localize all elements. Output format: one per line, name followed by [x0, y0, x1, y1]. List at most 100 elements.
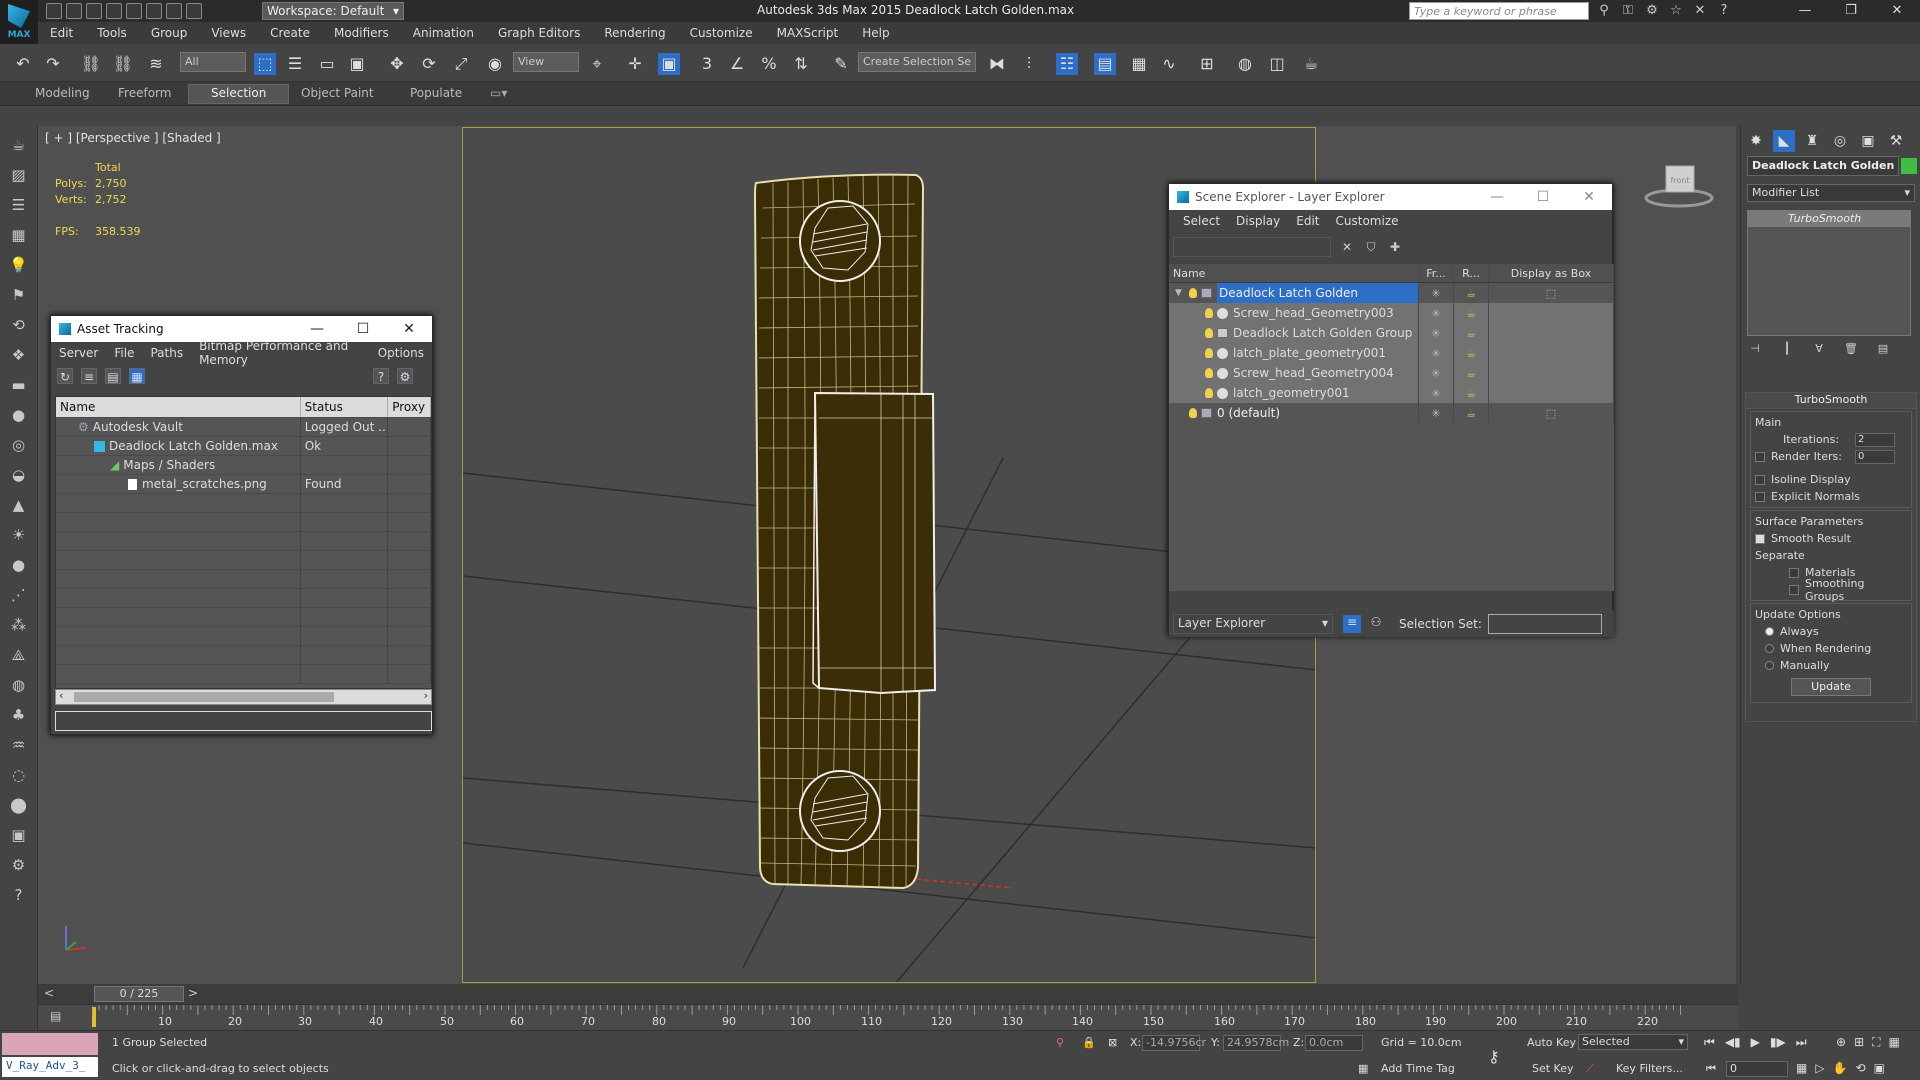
snowflake-icon[interactable]: ✳ [1431, 347, 1440, 360]
tab-selection[interactable]: Selection [188, 84, 290, 104]
time-slider[interactable]: 0 / 225 [94, 986, 184, 1002]
add-time-tag[interactable]: Add Time Tag [1381, 1062, 1455, 1075]
isolate-selection-icon[interactable]: ⚲ [1056, 1036, 1064, 1049]
restore-button[interactable]: ❐ [1828, 0, 1874, 22]
list-view-icon[interactable]: ≡ [81, 368, 97, 384]
when-rendering-radio[interactable] [1765, 644, 1774, 653]
torus-icon[interactable]: ◎ [8, 434, 30, 456]
key-mode-toggle-icon[interactable]: ⏮ [1706, 1062, 1716, 1076]
named-selection-dropdown[interactable]: Create Selection Se [858, 52, 976, 72]
mirror-icon[interactable]: ⧓ [986, 53, 1008, 75]
teapot-icon[interactable]: ☕ [1466, 367, 1476, 380]
latch-bolt-mesh[interactable] [812, 391, 937, 695]
render-preview-icon[interactable]: ▣ [8, 824, 30, 846]
open-icon[interactable] [66, 3, 82, 19]
scroll-right-icon[interactable]: › [424, 689, 428, 702]
sort-by-hierarchy-icon[interactable]: ⚇ [1367, 615, 1385, 633]
z-coordinate-field[interactable]: 0.0cm [1305, 1035, 1363, 1051]
maxscript-input[interactable]: V_Ray_Adv_3_ [2, 1057, 98, 1077]
scroll-left-icon[interactable]: ‹ [59, 689, 63, 702]
create-tab-icon[interactable]: ✸ [1745, 130, 1767, 152]
asset-table-hscrollbar[interactable]: ‹ › [55, 689, 432, 705]
helper-icon[interactable]: ⟁ [8, 644, 30, 666]
ball-icon[interactable]: ● [8, 554, 30, 576]
object-name-field[interactable]: Deadlock Latch Golden Gr [1747, 156, 1899, 176]
angle-snap-icon[interactable]: ∠ [726, 53, 748, 75]
auto-key-button[interactable]: Auto Key [1527, 1036, 1576, 1049]
teapot-icon[interactable]: ☕ [1466, 407, 1476, 420]
go-to-end-icon[interactable]: ⏭ [1796, 1035, 1807, 1050]
sun-icon[interactable]: ☀ [8, 524, 30, 546]
render-frame-icon[interactable]: ▨ [8, 164, 30, 186]
lightbulb-icon[interactable] [1205, 348, 1213, 358]
tab-object-paint[interactable]: Object Paint [301, 86, 374, 100]
cone-icon[interactable]: ▲ [8, 494, 30, 516]
menu-paths[interactable]: Paths [142, 346, 191, 360]
grid-view-icon[interactable]: ▦ [129, 368, 145, 384]
zoom-extents-icon[interactable]: ⛶ [1872, 1035, 1880, 1050]
curve-editor-icon[interactable]: ∿ [1158, 53, 1180, 75]
column-proxy[interactable]: Proxy R [388, 397, 431, 417]
close-button[interactable]: ✕ [386, 316, 432, 342]
app-logo[interactable]: MAX [0, 0, 38, 44]
close-button[interactable]: ✕ [1874, 0, 1920, 22]
settings-icon[interactable]: ⚙ [397, 368, 413, 384]
teapot-icon[interactable]: ☕ [1466, 287, 1476, 300]
rotate-icon[interactable]: ⟳ [418, 53, 440, 75]
maximize-button[interactable]: ☐ [1520, 184, 1566, 210]
keyboard-shortcut-override-icon[interactable]: ▣ [658, 53, 680, 75]
zoom-all-icon[interactable]: ⊞ [1854, 1035, 1864, 1050]
show-end-result-icon[interactable]: ┃ [1779, 342, 1795, 358]
stack-item-turbosmooth[interactable]: TurboSmooth [1748, 211, 1910, 227]
material-editor-icon[interactable]: ◍ [1234, 53, 1256, 75]
tree-row-object[interactable]: latch_geometry001 ✳ ☕ [1169, 383, 1614, 403]
tab-populate[interactable]: Populate [410, 86, 462, 100]
box-icon[interactable]: ▬ [8, 374, 30, 396]
menu-server[interactable]: Server [51, 346, 106, 360]
teapot-icon[interactable]: ☕ [1466, 347, 1476, 360]
render-setup-icon[interactable]: ◫ [1266, 53, 1288, 75]
menu-maxscript[interactable]: MAXScript [765, 26, 851, 40]
key-mode-dropdown[interactable]: Selected ▾ [1578, 1034, 1688, 1050]
tab-modeling[interactable]: Modeling [35, 86, 90, 100]
globe-icon[interactable]: ◍ [8, 674, 30, 696]
isoline-checkbox[interactable] [1755, 474, 1765, 485]
smoothing-groups-checkbox[interactable] [1789, 584, 1799, 595]
save-icon[interactable] [86, 3, 102, 19]
snowflake-icon[interactable]: ✳ [1431, 287, 1440, 300]
render-iters-checkbox[interactable] [1755, 451, 1765, 462]
plant-icon[interactable]: ♣ [8, 704, 30, 726]
tree-row-object[interactable]: Screw_head_Geometry003 ✳ ☕ [1169, 303, 1614, 323]
link-icon[interactable]: ⛓ [80, 53, 102, 75]
menu-file[interactable]: File [106, 346, 142, 360]
tab-freeform[interactable]: Freeform [118, 86, 171, 100]
reference-coordinate-dropdown[interactable]: View [513, 52, 579, 72]
star-icon[interactable]: ☆ [1668, 3, 1684, 19]
new-icon[interactable] [46, 3, 62, 19]
box-icon[interactable]: ⬚ [1546, 287, 1556, 300]
column-name[interactable]: Name [56, 397, 301, 417]
set-key-icon[interactable]: ⟋ [1586, 1062, 1594, 1076]
key-icon[interactable]: ⚿ [1620, 3, 1636, 19]
menu-edit[interactable]: Edit [38, 26, 85, 40]
align-icon[interactable]: ⫶ [1018, 53, 1040, 75]
tree-row-layer[interactable]: ▼ Deadlock Latch Golden ✳ ☕ ⬚ [1169, 283, 1614, 303]
menu-group[interactable]: Group [139, 26, 200, 40]
default-in-out-key-icon[interactable]: ⚷ [1488, 1047, 1500, 1066]
expand-arrow-icon[interactable]: ▼ [1175, 288, 1185, 298]
place-icon[interactable]: ◉ [484, 53, 506, 75]
asset-tracking-titlebar[interactable]: Asset Tracking — ☐ ✕ [51, 316, 432, 342]
spinner-snap-icon[interactable]: ⇅ [790, 53, 812, 75]
zoom-icon[interactable]: ⊕ [1836, 1035, 1846, 1050]
teapot-icon[interactable]: ☕ [1466, 327, 1476, 340]
snap-grid-icon[interactable]: ⋰ [8, 584, 30, 606]
maximize-viewport-icon[interactable]: ▦ [1889, 1035, 1900, 1050]
ribbon-options-icon[interactable]: ▭▾ [490, 86, 507, 100]
time-tag-icon[interactable]: ▦ [1358, 1062, 1368, 1075]
explicit-normals-checkbox[interactable] [1755, 491, 1765, 502]
snaps-toggle-icon[interactable]: 3 [696, 53, 718, 75]
undo-icon[interactable] [106, 3, 122, 19]
exchange-icon[interactable]: ✕ [1692, 3, 1708, 19]
table-row[interactable]: Deadlock Latch Golden.max Ok [56, 437, 431, 456]
maximize-button[interactable]: ☐ [340, 316, 386, 342]
